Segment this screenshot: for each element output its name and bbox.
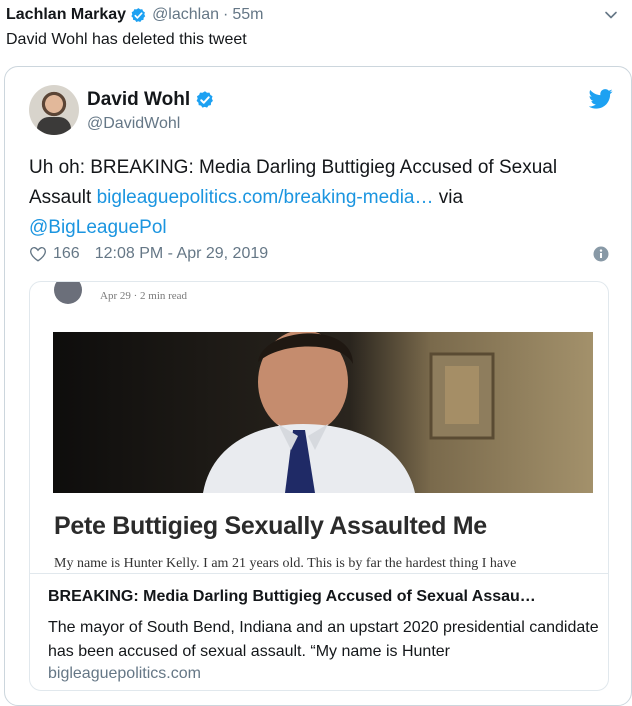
outer-tweet-time[interactable]: 55m (232, 6, 263, 24)
tweet-text-via: via (438, 187, 464, 208)
tweet-meta-row: 166 12:08 PM - Apr 29, 2019 (29, 243, 268, 265)
card-divider (30, 573, 608, 574)
info-icon[interactable] (593, 246, 609, 262)
outer-author-handle[interactable]: @lachlan (152, 6, 219, 24)
separator-dot: · (223, 6, 229, 23)
quoted-author-handle[interactable]: @DavidWohl (87, 115, 180, 133)
article-excerpt: My name is Hunter Kelly. I am 21 years o… (54, 556, 517, 571)
heart-icon[interactable] (29, 245, 47, 263)
quoted-tweet-card[interactable]: David Wohl @DavidWohl Uh oh: BREAKING: M… (4, 66, 632, 706)
card-domain[interactable]: bigleaguepolitics.com (48, 665, 201, 683)
verified-badge-icon (131, 7, 146, 22)
tweet-link[interactable]: bigleaguepolitics.com/breaking-media… (97, 187, 434, 208)
card-title[interactable]: BREAKING: Media Darling Buttigieg Accuse… (48, 588, 600, 606)
verified-badge-icon (196, 91, 214, 108)
article-headline: Pete Buttigieg Sexually Assaulted Me (54, 512, 487, 540)
link-preview-card[interactable]: Apr 29 · 2 min read Pete Buttigieg Sexua… (29, 281, 609, 691)
article-photo (53, 332, 593, 493)
quoted-author-avatar[interactable] (29, 85, 79, 135)
quoted-author-name[interactable]: David Wohl (87, 89, 190, 111)
tweet-timestamp[interactable]: 12:08 PM - Apr 29, 2019 (95, 245, 268, 263)
twitter-bird-icon[interactable] (589, 89, 613, 109)
outer-author-name[interactable]: Lachlan Markay (6, 6, 126, 24)
mention-link[interactable]: @BigLeaguePol (29, 217, 167, 238)
article-byline: Apr 29 · 2 min read (100, 290, 188, 302)
outer-tweet-text: David Wohl has deleted this tweet (6, 31, 247, 48)
quoted-author-name-row[interactable]: David Wohl (87, 89, 215, 111)
outer-tweet-header: Lachlan Markay @lachlan · 55m (6, 4, 263, 26)
card-description: The mayor of South Bend, Indiana and an … (48, 619, 599, 660)
like-count[interactable]: 166 (53, 245, 80, 263)
article-author-avatar (54, 282, 82, 304)
quoted-tweet-text: Uh oh: BREAKING: Media Darling Buttigieg… (29, 153, 609, 243)
chevron-down-icon[interactable] (604, 8, 618, 22)
